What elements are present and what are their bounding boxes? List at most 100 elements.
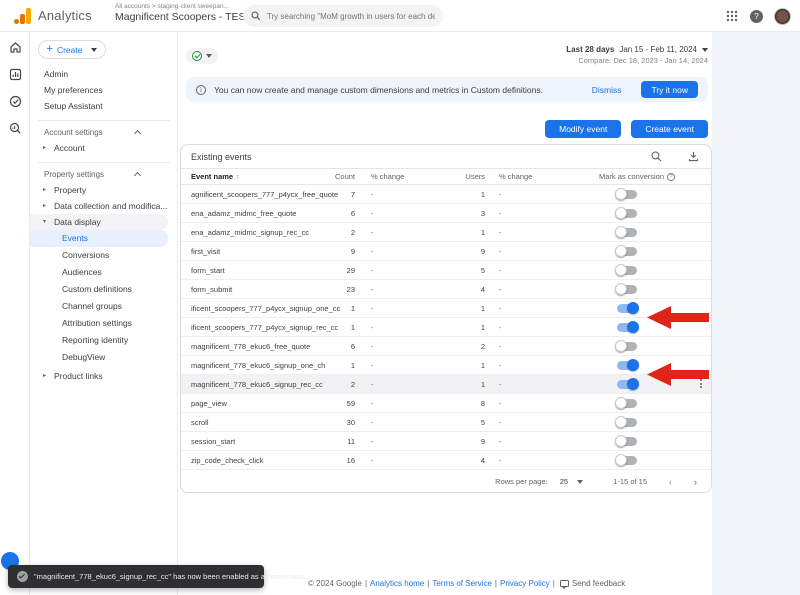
table-row[interactable]: zip_code_check_click 16 - 4 - xyxy=(181,451,711,470)
mark-as-conversion-toggle[interactable] xyxy=(617,361,637,370)
count-change-cell: - xyxy=(355,361,411,370)
previous-page-button[interactable]: ‹ xyxy=(669,477,672,487)
footer-link-terms-of-service[interactable]: Terms of Service xyxy=(432,579,492,588)
table-row[interactable]: form_start 29 - 5 - xyxy=(181,261,711,280)
rows-per-page-select[interactable]: 25 xyxy=(560,477,584,486)
home-icon[interactable] xyxy=(0,35,30,59)
col-users[interactable]: Users xyxy=(411,172,485,181)
apps-grid-icon[interactable] xyxy=(726,10,738,22)
sidebar-item-attribution-settings[interactable]: Attribution settings xyxy=(30,315,168,332)
col-users-change[interactable]: % change xyxy=(485,172,541,181)
table-header-row: Event name↑ Count % change Users % chang… xyxy=(181,168,711,185)
table-row[interactable]: ena_adamz_midmc_free_quote 6 - 3 - xyxy=(181,204,711,223)
table-row[interactable]: ificent_scoopers_777_p4ycx_signup_one_cc… xyxy=(181,299,711,318)
mark-as-conversion-toggle[interactable] xyxy=(617,418,637,427)
sidebar-item-conversions[interactable]: Conversions xyxy=(30,247,168,264)
modify-event-button[interactable]: Modify event xyxy=(545,120,621,138)
chevron-down-icon xyxy=(206,54,212,58)
pagination-range: 1-15 of 15 xyxy=(613,477,647,486)
send-feedback-link[interactable]: Send feedback xyxy=(558,579,625,588)
mark-as-conversion-toggle[interactable] xyxy=(617,380,637,389)
sidebar-item-my-preferences[interactable]: My preferences xyxy=(30,82,178,98)
dismiss-button[interactable]: Dismiss xyxy=(592,85,622,95)
create-event-button[interactable]: Create event xyxy=(631,120,708,138)
collection-status-pill[interactable] xyxy=(186,48,218,64)
table-row[interactable]: page_view 59 - 8 - xyxy=(181,394,711,413)
help-icon[interactable]: ? xyxy=(750,10,763,23)
footer-link-privacy-policy[interactable]: Privacy Policy xyxy=(500,579,550,588)
row-overflow-menu-icon[interactable] xyxy=(696,379,706,388)
sidebar-item-reporting-identity[interactable]: Reporting identity xyxy=(30,332,168,349)
section-account-settings[interactable]: Account settings xyxy=(30,126,178,140)
copyright-text: © 2024 Google xyxy=(308,579,362,588)
create-button[interactable]: + Create xyxy=(38,40,106,59)
expand-arrow-icon[interactable]: ▸ xyxy=(43,182,46,198)
table-row[interactable]: magnificent_778_ekuc6_signup_one_ch 1 - … xyxy=(181,356,711,375)
mark-as-conversion-toggle[interactable] xyxy=(617,437,637,446)
event-name-cell: ificent_scoopers_777_p4ycx_signup_rec_cc xyxy=(181,323,311,332)
next-page-button[interactable]: › xyxy=(694,477,697,487)
sidebar-item-debugview[interactable]: DebugView xyxy=(30,349,168,366)
col-event-name[interactable]: Event name↑ xyxy=(181,172,311,181)
mark-as-conversion-toggle[interactable] xyxy=(617,304,637,313)
table-row[interactable]: form_submit 23 - 4 - xyxy=(181,280,711,299)
mark-as-conversion-toggle[interactable] xyxy=(617,323,637,332)
help-tooltip-icon[interactable]: ? xyxy=(667,173,675,181)
explore-icon[interactable] xyxy=(0,116,30,140)
mark-as-conversion-toggle[interactable] xyxy=(617,190,637,199)
sidebar-item-data-collection[interactable]: ▸ Data collection and modifica... xyxy=(30,198,178,214)
date-range-picker[interactable]: Last 28 daysJan 15 - Feb 11, 2024 Compar… xyxy=(566,45,708,65)
col-count-change[interactable]: % change xyxy=(355,172,411,181)
table-row[interactable]: scroll 30 - 5 - xyxy=(181,413,711,432)
users-cell: 5 xyxy=(411,266,485,275)
snackbar-toast: "magnificent_778_ekuc6_signup_rec_cc" ha… xyxy=(8,565,264,588)
table-search-icon[interactable] xyxy=(651,151,662,162)
sidebar-item-audiences[interactable]: Audiences xyxy=(30,264,168,281)
date-range-value: Jan 15 - Feb 11, 2024 xyxy=(619,45,697,54)
search-input[interactable] xyxy=(267,12,435,21)
mark-as-conversion-toggle[interactable] xyxy=(617,228,637,237)
expand-arrow-icon[interactable]: ▸ xyxy=(43,198,46,214)
sidebar-item-data-display[interactable]: ▾ Data display xyxy=(30,214,168,230)
sidebar-item-events[interactable]: Events xyxy=(30,230,168,247)
mark-as-conversion-toggle[interactable] xyxy=(617,285,637,294)
table-row[interactable]: ificent_scoopers_777_p4ycx_signup_rec_cc… xyxy=(181,318,711,337)
banner-text: You can now create and manage custom dim… xyxy=(214,85,584,95)
footer-link-analytics-home[interactable]: Analytics home xyxy=(370,579,424,588)
table-row[interactable]: magnificent_778_ekuc6_free_quote 6 - 2 - xyxy=(181,337,711,356)
search-icon xyxy=(251,11,261,21)
mark-as-conversion-toggle[interactable] xyxy=(617,399,637,408)
try-it-now-button[interactable]: Try it now xyxy=(641,81,698,98)
sidebar-item-custom-definitions[interactable]: Custom definitions xyxy=(30,281,168,298)
table-row[interactable]: first_visit 9 - 9 - xyxy=(181,242,711,261)
breadcrumb[interactable]: All accounts > staging-client sweepan... xyxy=(115,3,265,10)
sidebar-item-channel-groups[interactable]: Channel groups xyxy=(30,298,168,315)
reports-icon[interactable] xyxy=(0,62,30,86)
expand-arrow-icon[interactable]: ▸ xyxy=(43,140,46,156)
mark-as-conversion-toggle[interactable] xyxy=(617,266,637,275)
table-row[interactable]: session_start 11 - 9 - xyxy=(181,432,711,451)
mark-as-conversion-toggle[interactable] xyxy=(617,456,637,465)
event-name-cell: magnificent_778_ekuc6_signup_rec_cc xyxy=(181,380,311,389)
col-count[interactable]: Count xyxy=(311,172,355,181)
download-icon[interactable] xyxy=(688,151,699,162)
mark-as-conversion-toggle[interactable] xyxy=(617,342,637,351)
avatar[interactable] xyxy=(775,9,790,24)
advertising-icon[interactable] xyxy=(0,89,30,113)
sidebar-item-account[interactable]: ▸ Account xyxy=(30,140,178,156)
table-row[interactable]: ena_adamz_midmc_signup_rec_cc 2 - 1 - xyxy=(181,223,711,242)
sidebar-item-admin[interactable]: Admin xyxy=(30,66,178,82)
count-change-cell: - xyxy=(355,190,411,199)
collapse-arrow-icon[interactable]: ▾ xyxy=(43,214,46,230)
search-bar[interactable] xyxy=(243,5,443,27)
table-row[interactable]: magnificent_778_ekuc6_signup_rec_cc 2 - … xyxy=(181,375,711,394)
sidebar-item-property[interactable]: ▸ Property xyxy=(30,182,178,198)
table-row[interactable]: agnificent_scoopers_777_p4ycx_free_quote… xyxy=(181,185,711,204)
mark-as-conversion-toggle[interactable] xyxy=(617,209,637,218)
expand-arrow-icon[interactable]: ▸ xyxy=(43,368,46,384)
sidebar-item-setup-assistant[interactable]: Setup Assistant xyxy=(30,98,178,114)
sidebar-item-product-links[interactable]: ▸ Product links xyxy=(30,368,178,384)
mark-as-conversion-toggle[interactable] xyxy=(617,247,637,256)
users-change-cell: - xyxy=(485,209,541,218)
section-property-settings[interactable]: Property settings xyxy=(30,168,178,182)
